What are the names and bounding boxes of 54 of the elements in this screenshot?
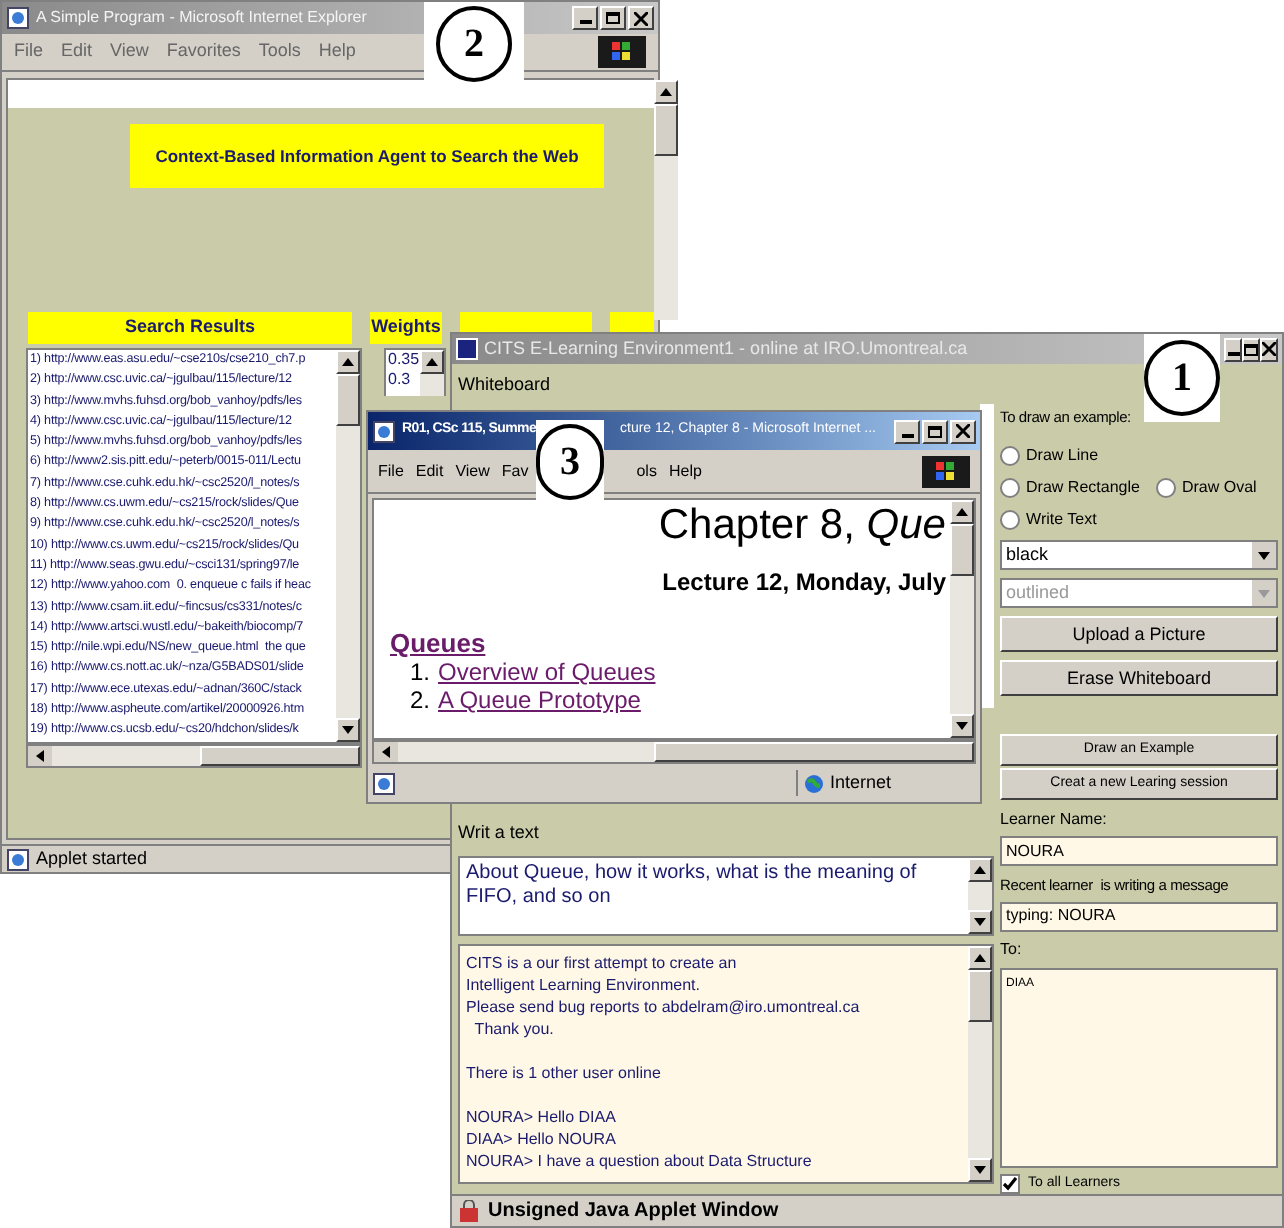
callout-marker: 3 xyxy=(536,420,604,504)
callout-marker: 2 xyxy=(424,2,524,86)
window-title: A Simple Program - Microsoft Internet Explorer xyxy=(36,6,367,31)
chat-line: NOURA> Hello DIAA xyxy=(466,1105,618,1127)
list-number: 1. xyxy=(410,658,431,686)
menu-item[interactable]: Favorites xyxy=(166,38,241,66)
menu-item[interactable]: File xyxy=(378,459,404,483)
chat-line: Thank you. xyxy=(472,1017,556,1039)
typing-status-field: typing: NOURA xyxy=(1000,901,1278,931)
menu-item[interactable]: File xyxy=(14,38,44,66)
callout-marker: 1 xyxy=(1144,334,1220,422)
section-label: Whiteboard xyxy=(458,372,553,398)
status-text: Unsigned Java Applet Window xyxy=(488,1198,779,1226)
window-title: CITS E-Learning Environment1 - online at IRO.Umontreal.ca xyxy=(484,335,968,362)
radio-option[interactable]: Draw Line xyxy=(1000,444,1099,469)
menu-item[interactable]: Edit xyxy=(415,459,444,483)
menu-item[interactable]: Edit xyxy=(61,38,93,66)
section-link[interactable]: Queues xyxy=(390,628,950,658)
radio-option[interactable]: Write Text xyxy=(1000,508,1097,533)
field-label: To: xyxy=(1000,937,1024,961)
status-zone: Internet xyxy=(830,769,892,796)
topic-link[interactable]: Overview of Queues xyxy=(438,658,656,686)
dropdown[interactable]: black xyxy=(1000,540,1278,571)
menu-item[interactable]: Fav xyxy=(501,459,529,483)
menu-item[interactable]: Help xyxy=(318,38,356,66)
menu-item[interactable]: ols xyxy=(636,459,657,483)
menu-item[interactable]: View xyxy=(110,38,149,66)
menu-item[interactable]: Help xyxy=(668,459,702,483)
menu-item[interactable]: Tools xyxy=(258,38,301,66)
chat-line: DIAA> Hello NOURA xyxy=(466,1127,618,1149)
status-text: Applet started xyxy=(36,845,148,872)
chat-line: Intelligent Learning Environment. xyxy=(466,973,702,995)
action-button[interactable]: Erase Whiteboard xyxy=(1000,660,1278,697)
learner-name-field[interactable]: NOURA xyxy=(1000,836,1278,867)
action-button[interactable]: Upload a Picture xyxy=(1000,616,1278,653)
column-header: Search Results xyxy=(28,312,352,344)
message-field[interactable]: About Queue, how it works, what is the meaning of FIFO, and so on xyxy=(458,855,995,935)
topic-link[interactable]: A Queue Prototype xyxy=(438,686,641,714)
chat-line: CITS is a our first attempt to create an xyxy=(466,951,739,973)
chat-line: NOURA> I have a question about Data Structure xyxy=(466,1149,814,1171)
weight-value: 0.35 xyxy=(388,350,420,370)
title-banner: Context-Based Information Agent to Search the Web xyxy=(130,124,604,188)
weight-value: 0.3 xyxy=(388,370,413,390)
radio-option[interactable]: Draw Oval xyxy=(1155,476,1257,501)
page-heading: Chapter 8, Que xyxy=(658,500,946,552)
chat-line: Please send bug reports to abdelram@iro.umontreal.ca xyxy=(466,995,862,1017)
menu-item[interactable]: View xyxy=(455,459,490,483)
list-number: 2. xyxy=(410,686,431,714)
section-label: Writ a text xyxy=(458,820,541,846)
column-header: Weights xyxy=(370,312,442,344)
radio-option[interactable]: Draw Rectangle xyxy=(1000,476,1140,501)
page-subheading: Lecture 12, Monday, July xyxy=(662,566,946,600)
field-label: Learner Name: xyxy=(1000,808,1109,833)
chat-line: There is 1 other user online xyxy=(466,1061,663,1083)
